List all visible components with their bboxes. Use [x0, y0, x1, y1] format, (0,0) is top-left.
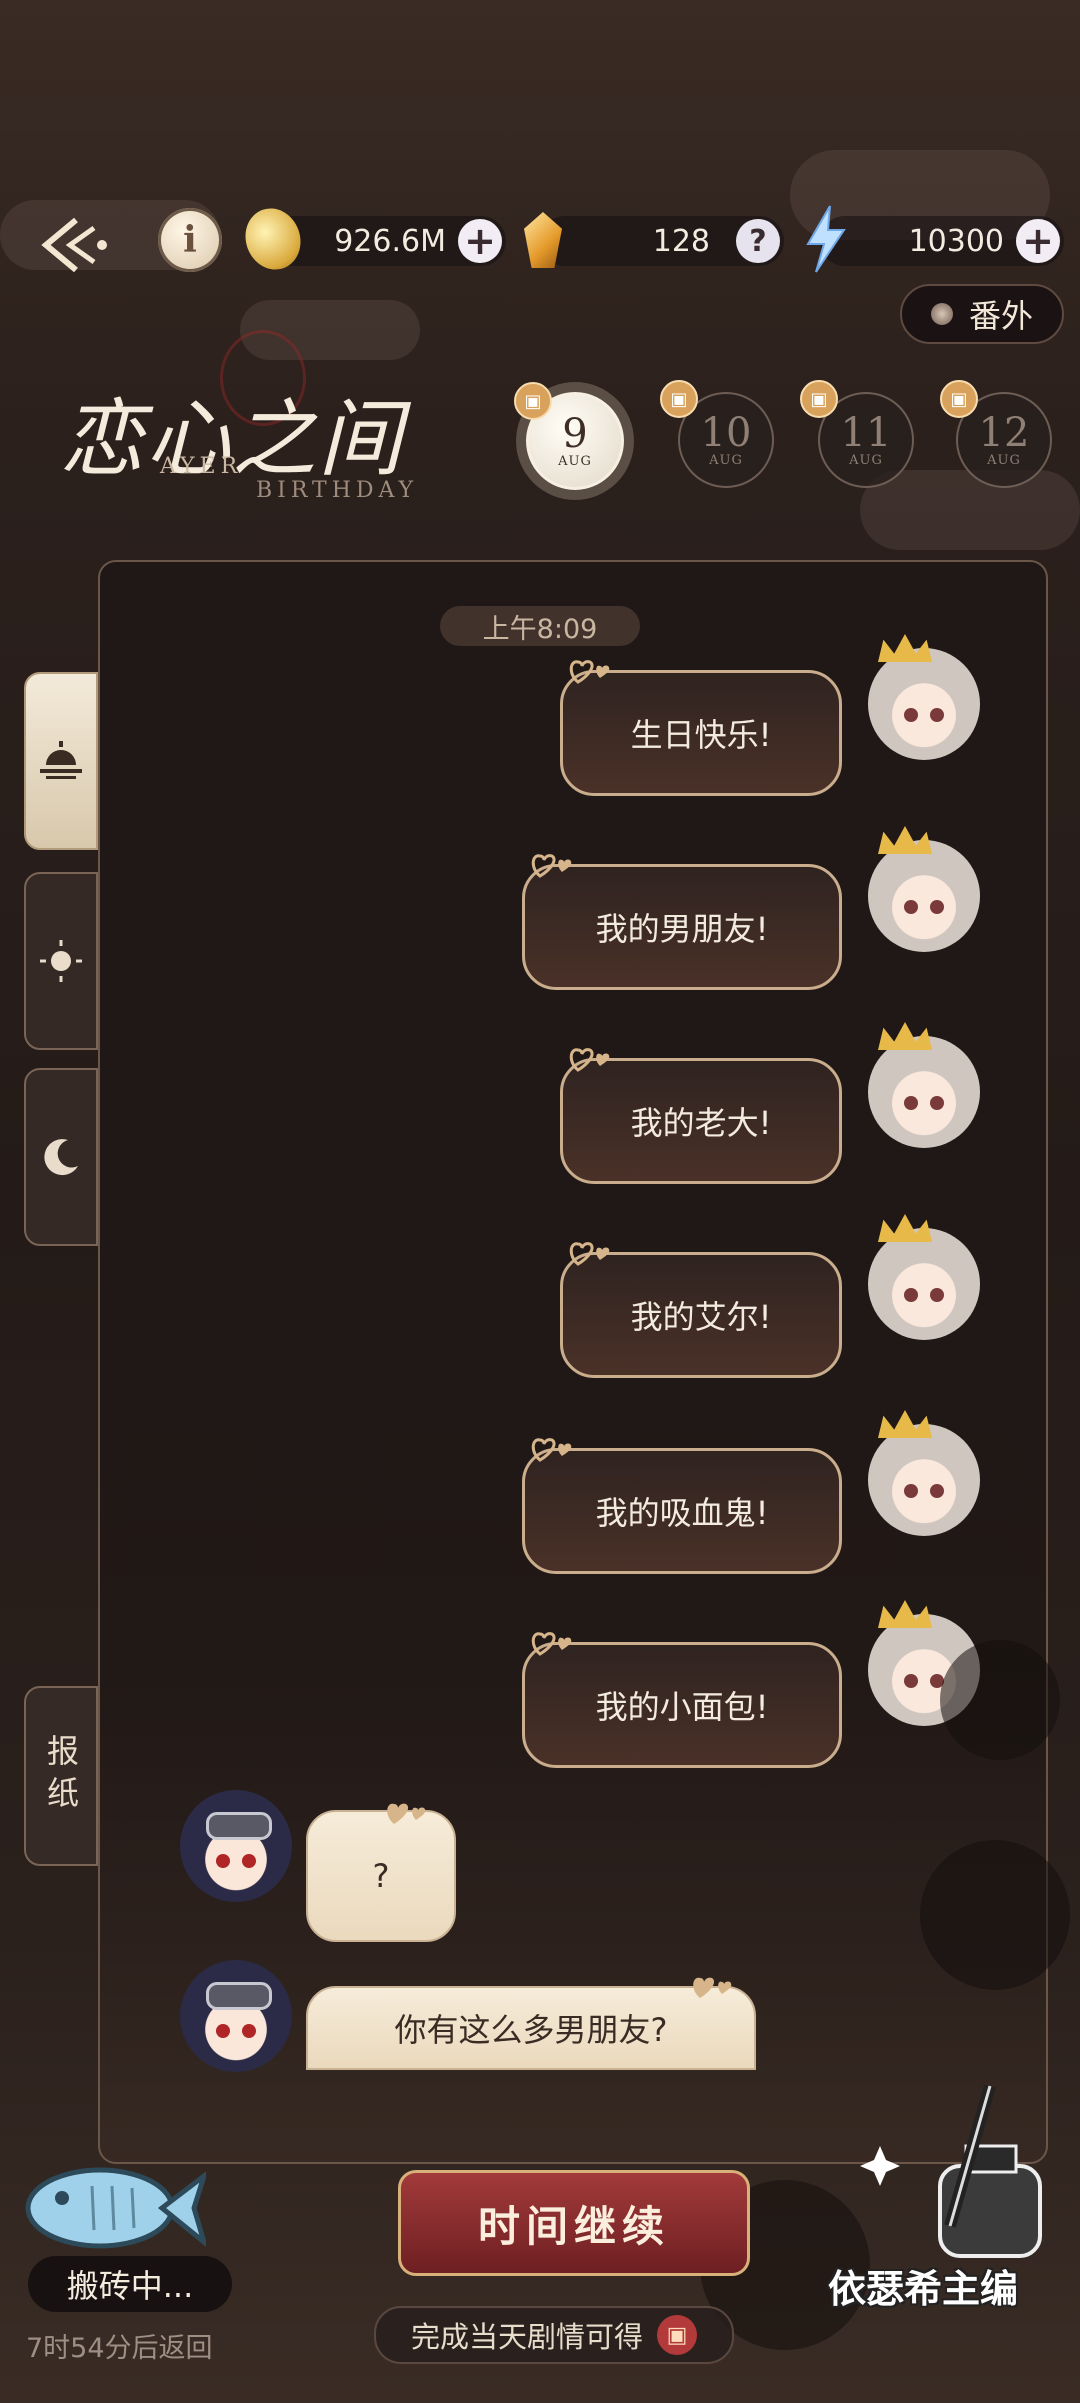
- avatar: [868, 1214, 980, 1340]
- continue-time-button[interactable]: 时间继续: [398, 2170, 750, 2276]
- energy-value: 10300: [908, 223, 1004, 259]
- crystal-value: 128: [652, 223, 710, 259]
- moon-icon: [44, 1139, 78, 1176]
- title-subtitle-event: BIRTHDAY: [256, 478, 419, 503]
- heart-decoration-icon: [531, 1632, 572, 1656]
- info-button[interactable]: i: [158, 208, 222, 272]
- reward-hint: 完成当天剧情可得 ▣: [374, 2306, 734, 2364]
- chat-timestamp: 上午8:09: [440, 606, 640, 646]
- gift-icon[interactable]: ▣: [657, 2315, 697, 2355]
- day-number: 9: [562, 410, 588, 457]
- gold-value: 926.6M: [334, 223, 446, 259]
- add-energy-button[interactable]: +: [1016, 219, 1060, 263]
- chat-bubble-sent: 我的老大!: [560, 1058, 842, 1184]
- heart-decoration-icon: [569, 1242, 610, 1266]
- chat-bubble-sent: 我的小面包!: [522, 1642, 842, 1768]
- avatar: [180, 1960, 292, 2072]
- ink-pen-icon[interactable]: [840, 2076, 1070, 2276]
- title-subtitle-name: AYER: [160, 454, 243, 479]
- crystal-resource: 128 ?: [540, 216, 784, 266]
- heart-decoration-icon: [531, 854, 572, 878]
- extra-story-button[interactable]: 番外: [900, 284, 1064, 344]
- sunrise-icon: [40, 741, 82, 779]
- lightning-bolt-icon: [806, 205, 846, 273]
- chat-bubble-sent: 我的男朋友!: [522, 864, 842, 990]
- day-number: 12: [978, 409, 1030, 456]
- gift-icon: ▣: [660, 380, 698, 418]
- chat-bubble-sent: 我的吸血鬼!: [522, 1448, 842, 1574]
- avatar: [180, 1790, 292, 1902]
- heart-decoration-icon: [387, 1803, 426, 1824]
- back-arrow-icon[interactable]: [36, 210, 116, 280]
- tab-sunrise[interactable]: [24, 672, 98, 850]
- heart-decoration-icon: [693, 1977, 732, 1998]
- chat-bubble-sent: 我的艾尔!: [560, 1252, 842, 1378]
- sun-icon: [40, 940, 82, 982]
- chat-bubble-received: ?: [306, 1810, 456, 1942]
- reward-text: 完成当天剧情可得: [410, 2320, 643, 2354]
- heart-decoration-icon: [531, 1438, 572, 1462]
- extra-story-label: 番外: [968, 297, 1033, 335]
- chat-bubble-sent: 生日快乐!: [560, 670, 842, 796]
- cloud-decoration: [860, 470, 1080, 550]
- avatar: [868, 1410, 980, 1536]
- tab-daytime[interactable]: [24, 872, 98, 1050]
- heart-decoration-icon: [569, 660, 610, 684]
- day-month: AUG: [849, 452, 883, 468]
- day-number: 11: [840, 409, 892, 456]
- avatar: [868, 634, 980, 760]
- gift-icon: ▣: [514, 382, 552, 420]
- rose-decoration: [920, 1840, 1070, 1990]
- tab-newspaper[interactable]: 报纸: [24, 1686, 98, 1866]
- tab-night[interactable]: [24, 1068, 98, 1246]
- gift-icon: ▣: [940, 380, 978, 418]
- add-gold-button[interactable]: +: [458, 219, 502, 263]
- day-month: AUG: [987, 452, 1021, 468]
- energy-resource: 10300 +: [820, 216, 1064, 266]
- editor-label: 依瑟希主编: [828, 2267, 1019, 2311]
- gift-icon: ▣: [800, 380, 838, 418]
- day-month: AUG: [558, 453, 592, 469]
- day-month: AUG: [709, 452, 743, 468]
- day-number: 10: [700, 409, 752, 456]
- crystal-help-button[interactable]: ?: [736, 219, 780, 263]
- chat-bubble-received: 你有这么多男朋友?: [306, 1986, 756, 2070]
- extra-story-icon: [930, 303, 953, 325]
- avatar: [868, 826, 980, 952]
- return-countdown: 7时54分后返回: [26, 2333, 213, 2364]
- avatar: [868, 1022, 980, 1148]
- heart-decoration-icon: [569, 1048, 610, 1072]
- working-status: 搬砖中...: [28, 2256, 232, 2312]
- fish-icon[interactable]: [22, 2156, 206, 2258]
- rose-decoration: [940, 1640, 1060, 1760]
